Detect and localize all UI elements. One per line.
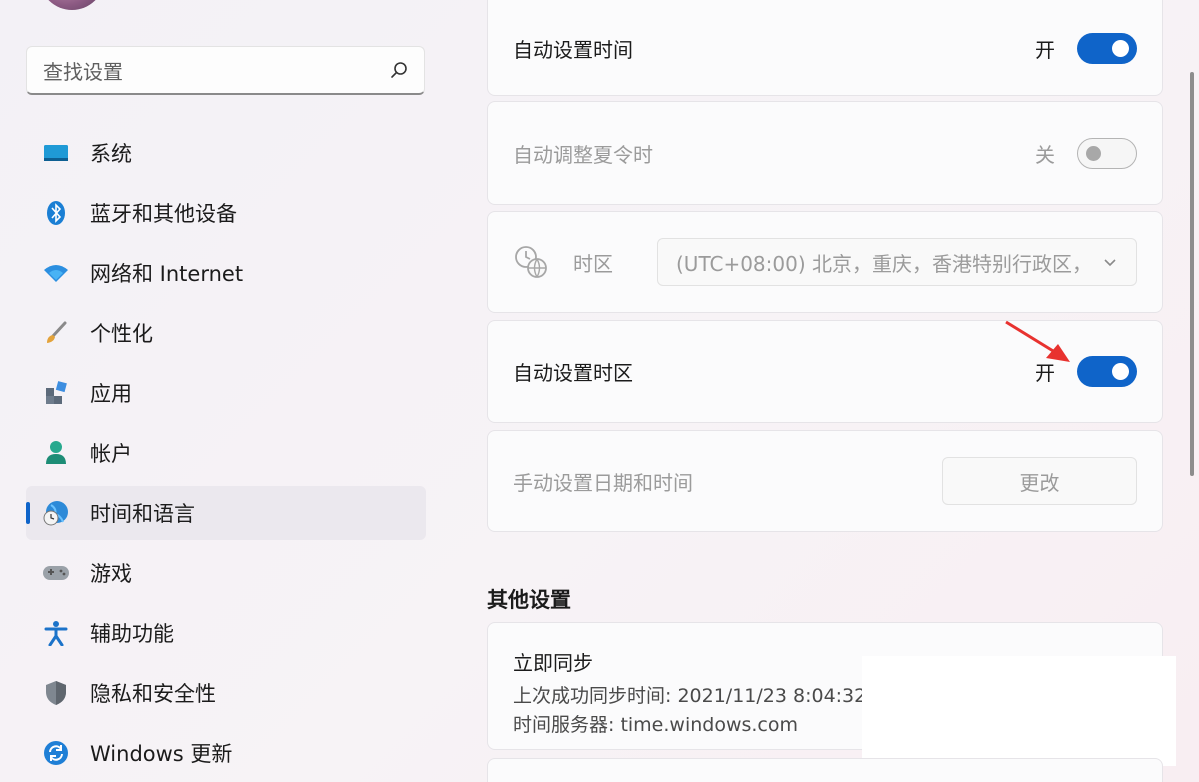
timezone-value: (UTC+08:00) 北京，重庆，香港特别行政区， xyxy=(676,251,1092,276)
auto-timezone-toggle[interactable] xyxy=(1077,356,1137,387)
sidebar-item-label: 辅助功能 xyxy=(90,622,174,646)
auto-dst-state: 关 xyxy=(1035,142,1055,167)
sidebar-item-bluetooth[interactable]: 蓝牙和其他设备 xyxy=(26,186,426,240)
display-icon xyxy=(42,139,70,167)
accessibility-icon xyxy=(42,619,70,647)
auto-dst-label: 自动调整夏令时 xyxy=(513,142,653,167)
timezone-label: 时区 xyxy=(573,251,613,276)
auto-dst-card: 自动调整夏令时 关 xyxy=(487,101,1163,205)
sidebar-item-network[interactable]: 网络和 Internet xyxy=(26,246,426,300)
search-placeholder: 查找设置 xyxy=(43,59,123,84)
next-card xyxy=(487,758,1163,782)
update-icon xyxy=(42,739,70,767)
red-arrow-annotation xyxy=(1005,320,1070,362)
sidebar-nav: 系统 蓝牙和其他设备 网络和 Internet 个性化 应用 帐户 时间和语言 … xyxy=(26,126,426,782)
overlay-patch xyxy=(862,656,1176,766)
sidebar-item-accessibility[interactable]: 辅助功能 xyxy=(26,606,426,660)
manual-time-card: 手动设置日期和时间 更改 xyxy=(487,430,1163,532)
apps-icon xyxy=(42,379,70,407)
bluetooth-icon xyxy=(42,199,70,227)
scrollbar[interactable] xyxy=(1190,72,1194,476)
manual-time-label: 手动设置日期和时间 xyxy=(513,470,693,495)
sidebar-item-label: 帐户 xyxy=(90,442,132,466)
shield-icon xyxy=(42,679,70,707)
wifi-icon xyxy=(42,259,70,287)
section-title-other-settings: 其他设置 xyxy=(487,588,571,612)
time-language-icon xyxy=(42,499,70,527)
avatar[interactable] xyxy=(40,0,104,10)
chevron-down-icon xyxy=(1104,259,1116,267)
gamepad-icon xyxy=(42,559,70,587)
auto-time-card: 自动设置时间 开 xyxy=(487,0,1163,96)
sidebar-item-system[interactable]: 系统 xyxy=(26,126,426,180)
auto-time-toggle[interactable] xyxy=(1077,32,1137,64)
sidebar-item-privacy[interactable]: 隐私和安全性 xyxy=(26,666,426,720)
brush-icon xyxy=(42,319,70,347)
timezone-icon xyxy=(515,246,547,278)
sidebar-item-windows-update[interactable]: Windows 更新 xyxy=(26,726,426,780)
auto-time-state: 开 xyxy=(1035,37,1055,62)
auto-dst-toggle[interactable] xyxy=(1077,137,1137,169)
sidebar-item-label: 隐私和安全性 xyxy=(90,682,216,706)
sidebar-item-gaming[interactable]: 游戏 xyxy=(26,546,426,600)
sidebar-item-label: 时间和语言 xyxy=(90,502,195,526)
sidebar-item-accounts[interactable]: 帐户 xyxy=(26,426,426,480)
sidebar-item-apps[interactable]: 应用 xyxy=(26,366,426,420)
sidebar-item-label: Windows 更新 xyxy=(90,742,233,766)
sidebar-item-label: 系统 xyxy=(90,142,132,166)
sidebar-item-label: 网络和 Internet xyxy=(90,262,244,286)
account-icon xyxy=(42,439,70,467)
sidebar-item-time-language[interactable]: 时间和语言 xyxy=(26,486,426,540)
search-icon[interactable] xyxy=(388,59,410,81)
sidebar-item-label: 游戏 xyxy=(90,562,132,586)
sidebar-item-label: 应用 xyxy=(90,382,132,406)
sidebar-item-label: 个性化 xyxy=(90,322,153,346)
timezone-dropdown[interactable]: (UTC+08:00) 北京，重庆，香港特别行政区， xyxy=(657,238,1137,286)
timezone-card: 时区 (UTC+08:00) 北京，重庆，香港特别行政区， xyxy=(487,211,1163,313)
search-input[interactable]: 查找设置 xyxy=(26,46,425,95)
sidebar-item-label: 蓝牙和其他设备 xyxy=(90,202,237,226)
change-button[interactable]: 更改 xyxy=(942,457,1137,505)
auto-timezone-label: 自动设置时区 xyxy=(513,361,633,385)
sidebar-item-personalization[interactable]: 个性化 xyxy=(26,306,426,360)
auto-time-label: 自动设置时间 xyxy=(513,37,633,62)
